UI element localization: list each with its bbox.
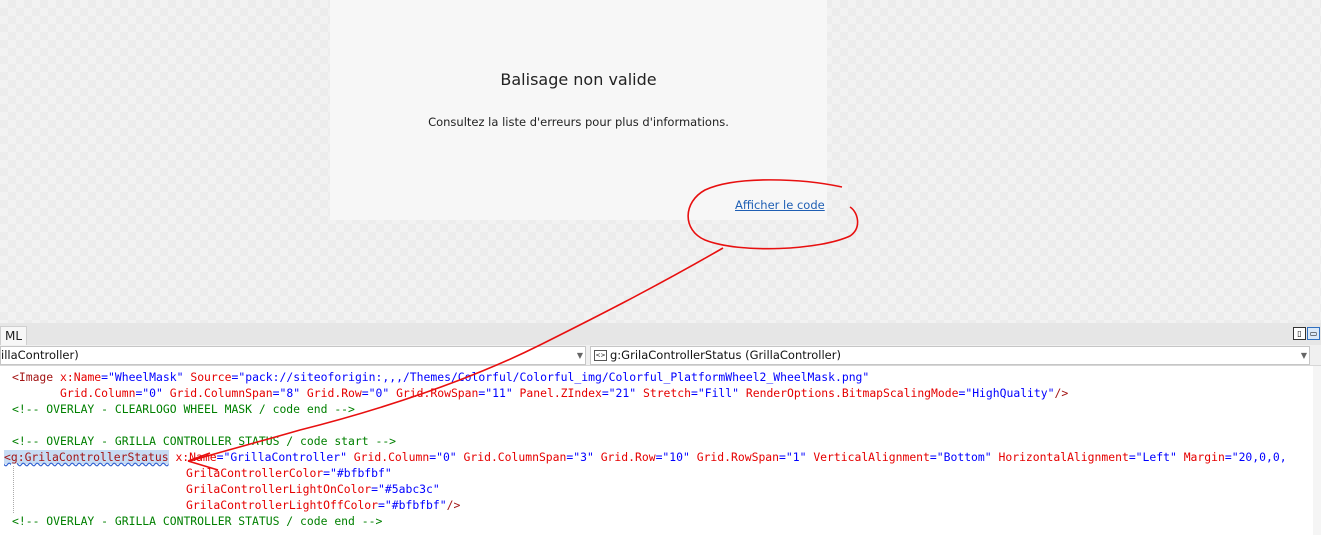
punct-token: ="	[101, 370, 115, 384]
value-token: #5abc3c	[384, 482, 433, 496]
attr-token: Grid.RowSpan	[696, 450, 780, 464]
code-line: <g:GrilaControllerStatus x:Name="GrillaC…	[4, 450, 1287, 464]
code-line: GrilaControllerColor="#bfbfbf"	[186, 466, 392, 480]
punct-token: ="	[231, 370, 246, 384]
attr-token: Grid.Column	[60, 386, 136, 400]
value-token: 21	[615, 386, 630, 400]
show-code-link[interactable]: Afficher le code	[735, 198, 825, 212]
error-title: Balisage non valide	[500, 70, 657, 89]
view-tab-bar: ML	[0, 323, 1321, 346]
code-line: <Image x:Name="WheelMask" Source="pack:/…	[12, 369, 869, 385]
attr-token: x:Name	[175, 450, 217, 464]
value-token: 1	[792, 450, 800, 464]
attr-token: GrilaControllerColor	[186, 466, 324, 480]
code-line: GrilaControllerLightOffColor="#bfbfbf"/>	[186, 498, 461, 512]
code-comment: <!-- OVERLAY - GRILLA CONTROLLER STATUS …	[12, 514, 383, 528]
tab-xaml[interactable]: ML	[0, 326, 28, 346]
value-token: HighQuality	[972, 386, 1048, 400]
value-token: GrillaController	[230, 450, 341, 464]
member-dropdown[interactable]: <> g:GrilaControllerStatus (GrillaControl…	[590, 346, 1310, 365]
value-token: Fill	[704, 386, 733, 400]
tag-token: <Image	[12, 370, 61, 384]
attr-token: VerticalAlignment	[813, 450, 930, 464]
attr-token: GrilaControllerLightOnColor	[186, 482, 372, 496]
value-token: 0	[442, 450, 450, 464]
attr-token: Stretch	[642, 386, 691, 400]
attr-token: Panel.ZIndex	[519, 386, 602, 400]
selected-tag-token: <g:GrilaControllerStatus	[4, 450, 169, 464]
attr-token: x:Name	[60, 370, 102, 384]
attr-token: Margin	[1183, 450, 1225, 464]
attr-token: Grid.RowSpan	[396, 386, 479, 400]
value-token: 10	[669, 450, 683, 464]
attr-token: Grid.ColumnSpan	[463, 450, 567, 464]
code-line: GrilaControllerLightOnColor="#5abc3c"	[186, 482, 440, 496]
attr-token: RenderOptions.BitmapScalingMode	[745, 386, 959, 400]
vertical-split-icon[interactable]: ▯	[1293, 327, 1306, 340]
value-token: 11	[492, 386, 506, 400]
code-line: Grid.Column="0" Grid.ColumnSpan="8" Grid…	[60, 386, 1069, 400]
value-token: pack://siteoforigin:,,,/Themes/Colorful/…	[245, 370, 863, 384]
chevron-down-icon: ▼	[1300, 351, 1307, 360]
value-token: Left	[1142, 450, 1170, 464]
tag-icon: <>	[594, 350, 607, 361]
element-scope-dropdown[interactable]: illaController) ▼	[0, 346, 586, 365]
value-token: #bfbfbf	[391, 498, 440, 512]
punct-token: "	[862, 370, 870, 384]
indent-guide	[13, 466, 14, 513]
attr-token: GrilaControllerLightOffColor	[186, 498, 379, 512]
error-panel	[330, 0, 827, 220]
punct-token: "	[176, 370, 191, 384]
attr-token: HorizontalAlignment	[998, 450, 1129, 464]
attr-token: Grid.Row	[600, 450, 656, 464]
value-token: 20,0,0,	[1238, 450, 1287, 464]
member-value: g:GrilaControllerStatus (GrillaControlle…	[610, 348, 841, 362]
attr-token: Grid.Row	[306, 386, 362, 400]
attr-token: Grid.Column	[353, 450, 430, 464]
code-comment: <!-- OVERLAY - CLEARLOGO WHEEL MASK / co…	[12, 402, 355, 416]
chevron-down-icon: ▼	[576, 351, 583, 360]
error-subtitle: Consultez la liste d'erreurs pour plus d…	[428, 115, 729, 129]
attr-token: Grid.ColumnSpan	[169, 386, 273, 400]
value-token: Bottom	[943, 450, 985, 464]
horizontal-split-icon[interactable]: ▭	[1307, 327, 1320, 340]
value-token: #bfbfbf	[336, 466, 385, 480]
code-comment: <!-- OVERLAY - GRILLA CONTROLLER STATUS …	[12, 434, 397, 448]
value-token: 3	[580, 450, 587, 464]
value-token: WheelMask	[114, 370, 177, 384]
editor-scrollbar[interactable]	[1313, 366, 1321, 535]
element-scope-value: illaController)	[1, 348, 79, 362]
value-token: 0	[149, 386, 157, 400]
attr-token: Source	[190, 370, 232, 384]
